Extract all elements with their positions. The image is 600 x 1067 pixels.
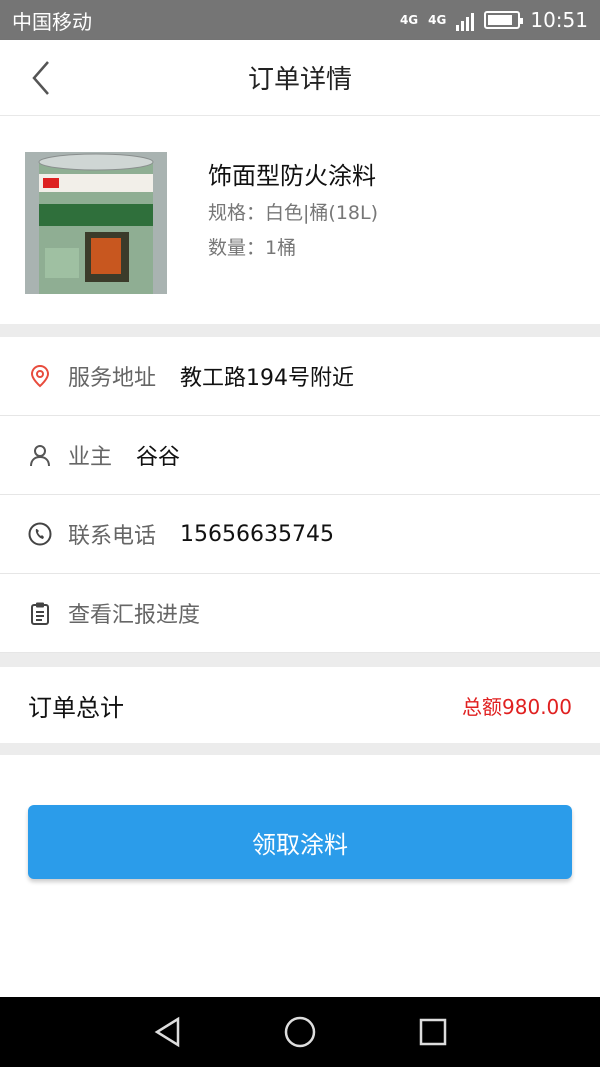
chevron-left-icon[interactable] xyxy=(24,58,60,98)
phone-value[interactable]: 15656635745 xyxy=(180,522,334,547)
report-progress-label: 查看汇报进度 xyxy=(68,603,201,628)
address-label: 服务地址 xyxy=(68,366,157,391)
network-4g-label: 4G xyxy=(399,13,419,27)
address-value: 教工路194号附近 xyxy=(180,366,355,391)
order-total-amount: 总额980.00 xyxy=(462,694,572,719)
order-total-label: 订单总计 xyxy=(28,693,124,722)
product-card: 饰面型防火涂料 规格：白色|桶(18L) 数量：1桶 xyxy=(0,116,600,324)
clipboard-icon xyxy=(31,602,49,625)
section-divider-3 xyxy=(0,743,600,755)
phone-row[interactable]: 联系电话 15656635745 xyxy=(0,495,600,574)
location-pin-icon xyxy=(30,364,50,388)
address-row: 服务地址 教工路194号附近 xyxy=(0,337,600,416)
section-divider-2 xyxy=(0,653,600,667)
system-nav-bar xyxy=(0,997,600,1067)
user-icon xyxy=(30,445,50,467)
order-total-row: 订单总计 总额980.00 xyxy=(0,667,600,743)
phone-label: 联系电话 xyxy=(68,524,157,549)
status-icons: 4G 4G 10:51 xyxy=(400,8,588,32)
carrier-name: 中国移动 xyxy=(12,9,92,34)
battery-icon xyxy=(484,11,524,29)
signal-icon xyxy=(456,9,475,31)
page-title: 订单详情 xyxy=(247,65,352,95)
report-progress-row[interactable]: 查看汇报进度 xyxy=(0,574,600,653)
nav-home-icon[interactable] xyxy=(282,1014,318,1050)
status-bar: 中国移动 4G 4G 10:51 xyxy=(0,0,600,40)
network-4g-label-2: 4G xyxy=(428,13,447,27)
clock: 10:51 xyxy=(530,8,588,32)
nav-back-icon[interactable] xyxy=(150,1014,186,1050)
owner-row: 业主 谷谷 xyxy=(0,416,600,495)
section-divider xyxy=(0,324,600,337)
owner-label: 业主 xyxy=(68,445,113,470)
phone-icon xyxy=(28,522,52,546)
nav-recent-apps-icon[interactable] xyxy=(415,1014,451,1050)
header: 订单详情 xyxy=(0,40,600,116)
claim-paint-button[interactable]: 领取涂料 xyxy=(28,805,572,879)
owner-value: 谷谷 xyxy=(136,445,181,470)
product-quantity: 数量：1桶 xyxy=(208,237,297,259)
product-spec: 规格：白色|桶(18L) xyxy=(208,202,378,224)
product-name: 饰面型防火涂料 xyxy=(208,162,376,190)
product-image xyxy=(25,152,167,294)
